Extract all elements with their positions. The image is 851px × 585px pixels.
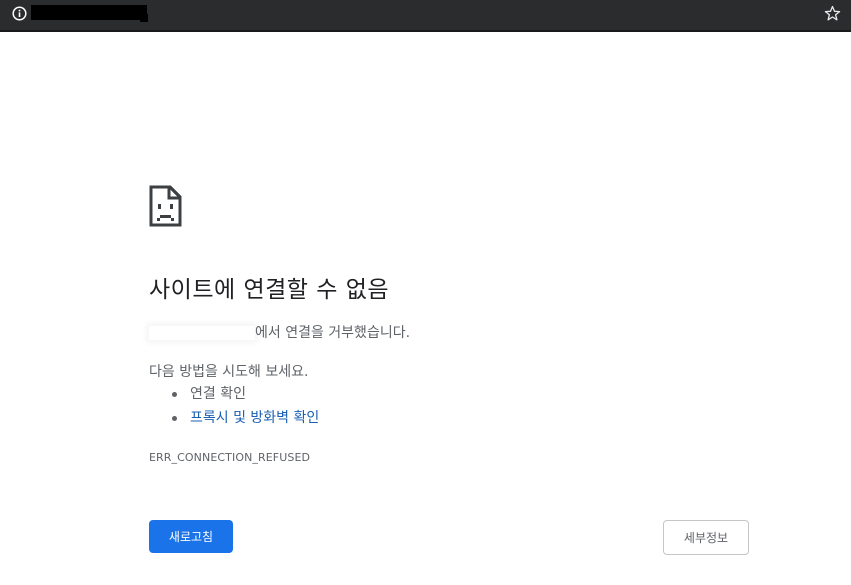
- refused-message-text: 에서 연결을 거부했습니다.: [255, 325, 411, 341]
- info-icon[interactable]: [12, 6, 27, 21]
- host-redacted: [149, 326, 255, 340]
- address-url-redacted-tail: [140, 14, 148, 22]
- reload-button[interactable]: 새로고침: [149, 520, 233, 553]
- connection-refused-message: 에서 연결을 거부했습니다.: [149, 322, 410, 342]
- sad-page-icon: [149, 185, 182, 227]
- suggestion-check-proxy-firewall-link[interactable]: 프록시 및 방화벽 확인: [149, 407, 319, 431]
- suggestion-list: 연결 확인 프록시 및 방화벽 확인: [149, 383, 319, 431]
- bookmark-star-icon[interactable]: [824, 5, 841, 22]
- error-code: ERR_CONNECTION_REFUSED: [149, 451, 311, 464]
- browser-address-bar: [0, 0, 851, 32]
- details-button[interactable]: 세부정보: [663, 520, 749, 555]
- address-url-redacted[interactable]: [31, 5, 147, 20]
- page-title: 사이트에 연결할 수 없음: [149, 277, 390, 303]
- suggestion-check-connection: 연결 확인: [149, 383, 319, 407]
- try-suggestions-heading: 다음 방법을 시도해 보세요.: [149, 364, 309, 380]
